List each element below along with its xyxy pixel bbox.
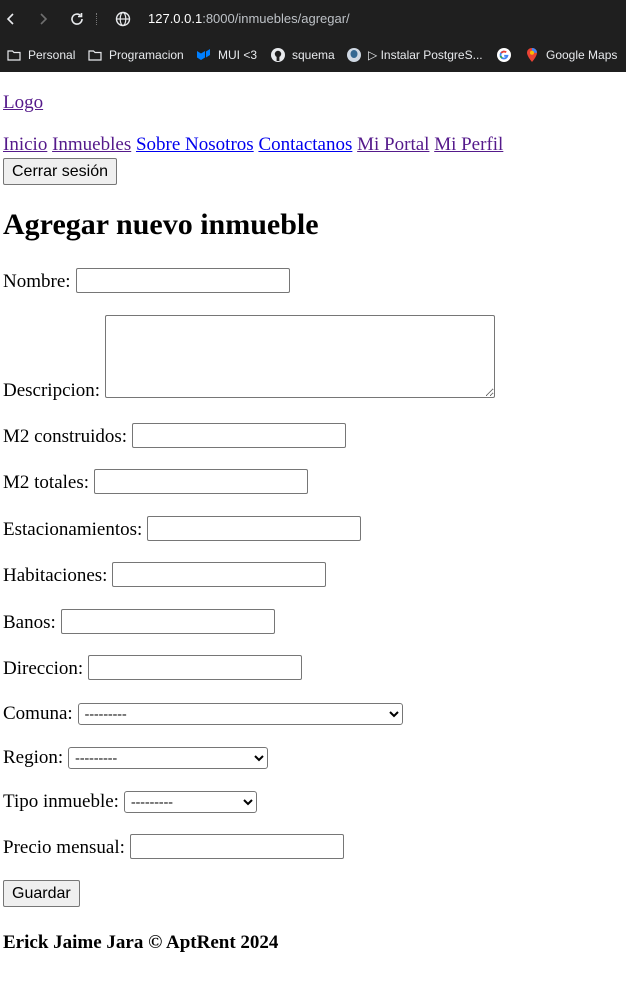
region-label: Region: [3, 747, 64, 768]
field-banos: Banos: [3, 609, 275, 634]
nav-link-inmuebles[interactable]: Inmuebles [52, 134, 131, 155]
url-path: :8000/inmuebles/agregar/ [202, 11, 350, 26]
bookmark-personal[interactable]: Personal [6, 44, 75, 66]
page-title: Agregar nuevo inmueble [3, 208, 319, 241]
precio-mensual-input[interactable] [129, 834, 344, 859]
m2-totales-input[interactable] [94, 469, 309, 494]
save-button[interactable]: Guardar [3, 880, 80, 907]
bookmark-instalar-postgres[interactable]: ▷ Instalar PostgreS... [346, 44, 483, 66]
field-precio-mensual: Precio mensual: [3, 834, 344, 859]
estacionamientos-label: Estacionamientos: [3, 519, 143, 540]
direccion-label: Direccion: [3, 658, 84, 679]
address-bar[interactable]: 127.0.0.1:8000/inmuebles/agregar/ [148, 11, 350, 26]
m2-totales-label: M2 totales: [3, 472, 90, 493]
field-tipo-inmueble: Tipo inmueble: --------- [3, 791, 257, 813]
logout-button[interactable]: Cerrar sesión [3, 158, 118, 185]
field-descripcion: Descripcion: [3, 315, 496, 401]
main-nav: Inicio Inmuebles Sobre Nosotros Contacta… [3, 134, 503, 156]
maps-pin-icon [524, 47, 540, 63]
nav-link-inicio[interactable]: Inicio [3, 134, 47, 155]
nav-link-sobre-nosotros[interactable]: Sobre Nosotros [136, 134, 254, 155]
logo-link[interactable]: Logo [3, 92, 43, 114]
comuna-label: Comuna: [3, 703, 73, 724]
habitaciones-label: Habitaciones: [3, 565, 108, 586]
tipo-inmueble-select[interactable]: --------- [123, 791, 257, 813]
forward-button[interactable] [32, 8, 54, 30]
reload-button[interactable] [66, 8, 88, 30]
back-button[interactable] [0, 8, 22, 30]
comuna-select[interactable]: --------- [77, 703, 403, 725]
bookmark-label: Programacion [109, 48, 184, 62]
nav-link-contactanos[interactable]: Contactanos [258, 134, 352, 155]
postgres-icon [346, 47, 362, 63]
github-icon [270, 47, 286, 63]
bookmark-label: ▷ Instalar PostgreS... [368, 48, 483, 62]
bookmark-mui[interactable]: MUI <3 [196, 44, 257, 66]
nombre-label: Nombre: [3, 271, 71, 292]
nombre-input[interactable] [75, 268, 290, 293]
field-region: Region: --------- [3, 747, 269, 769]
back-arrow-icon [6, 13, 14, 25]
m2-construidos-input[interactable] [132, 423, 347, 448]
folder-icon [87, 47, 103, 63]
bookmark-google[interactable] [496, 44, 518, 66]
region-select[interactable]: --------- [68, 747, 269, 769]
field-nombre: Nombre: [3, 268, 290, 293]
folder-icon [6, 47, 22, 63]
estacionamientos-input[interactable] [147, 516, 362, 541]
bookmark-label: squema [292, 48, 335, 62]
descripcion-label: Descripcion: [3, 380, 101, 401]
m2-construidos-label: M2 construidos: [3, 426, 128, 447]
banos-label: Banos: [3, 612, 56, 633]
field-comuna: Comuna: --------- [3, 703, 403, 725]
precio-mensual-label: Precio mensual: [3, 837, 125, 858]
bookmark-label: MUI <3 [218, 48, 258, 62]
field-direccion: Direccion: [3, 655, 303, 680]
reload-icon [71, 13, 83, 25]
bookmark-label: Google Maps [546, 48, 618, 62]
footer-text: Erick Jaime Jara © AptRent 2024 [3, 932, 279, 953]
bookmark-programacion[interactable]: Programacion [87, 44, 184, 66]
forward-arrow-icon [40, 13, 48, 25]
habitaciones-input[interactable] [112, 562, 327, 587]
google-icon [496, 47, 512, 63]
field-estacionamientos: Estacionamientos: [3, 516, 362, 541]
nav-link-mi-perfil[interactable]: Mi Perfil [434, 134, 503, 155]
bookmarks-bar: Personal Programacion MUI <3 squema ▷ In… [0, 38, 626, 72]
descripcion-textarea[interactable] [105, 315, 496, 398]
field-m2-totales: M2 totales: [3, 469, 309, 494]
field-habitaciones: Habitaciones: [3, 562, 327, 587]
site-info-globe-icon[interactable] [114, 10, 132, 28]
bookmark-squema[interactable]: squema [270, 44, 335, 66]
toolbar-separator [96, 13, 98, 25]
banos-input[interactable] [60, 609, 275, 634]
bookmark-label: Personal [28, 48, 76, 62]
nav-link-mi-portal[interactable]: Mi Portal [357, 134, 429, 155]
tipo-inmueble-label: Tipo inmueble: [3, 791, 119, 812]
bookmark-google-maps[interactable]: Google Maps [524, 44, 617, 66]
browser-chrome: 127.0.0.1:8000/inmuebles/agregar/ Person… [0, 0, 626, 72]
url-host: 127.0.0.1 [148, 11, 203, 26]
field-m2-construidos: M2 construidos: [3, 423, 347, 448]
direccion-input[interactable] [88, 655, 303, 680]
browser-toolbar: 127.0.0.1:8000/inmuebles/agregar/ [0, 0, 626, 38]
page-content: Logo Inicio Inmuebles Sobre Nosotros Con… [0, 72, 626, 988]
mui-icon [196, 47, 212, 63]
